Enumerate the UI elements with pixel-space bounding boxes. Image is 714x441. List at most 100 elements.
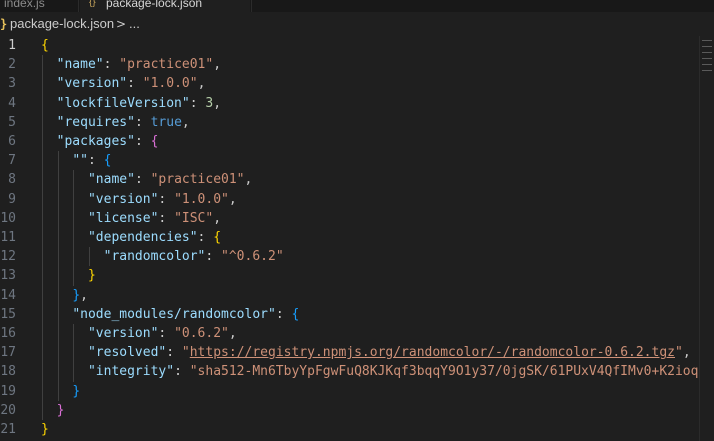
tab-index-js[interactable]: index.js bbox=[0, 0, 78, 12]
code-token: : bbox=[205, 249, 222, 265]
code-line[interactable]: "version": "1.0.0", bbox=[41, 190, 237, 209]
code-token: } bbox=[72, 383, 81, 399]
code-token: "ISC" bbox=[174, 210, 214, 226]
code-token: "1.0.0" bbox=[142, 76, 198, 92]
code-token: , bbox=[213, 95, 222, 111]
code-line[interactable]: } bbox=[41, 266, 96, 285]
code-token: "version" bbox=[87, 191, 159, 207]
code-editor[interactable]: 1 2 3 4 5 6 7 8 9 10 11 12 13 14 15 16 17 18 19 20 21 { "nam… bbox=[0, 36, 714, 441]
code-line[interactable]: "version": "0.6.2", bbox=[41, 324, 237, 343]
code-token: "resolved" bbox=[87, 345, 167, 361]
code-token: , bbox=[682, 345, 691, 361]
line-number: 17 bbox=[0, 345, 16, 361]
line-number: 2 bbox=[8, 57, 16, 73]
line-number: 21 bbox=[0, 422, 16, 437]
code-token: } bbox=[41, 422, 49, 437]
code-line[interactable]: "name": "practice01", bbox=[41, 170, 252, 189]
code-line[interactable]: "dependencies": { bbox=[41, 228, 221, 247]
code-token: { bbox=[41, 38, 49, 53]
line-number: 11 bbox=[0, 230, 16, 245]
code-token: "^0.6.2" bbox=[221, 249, 284, 265]
code-token: "0.6.2" bbox=[174, 326, 229, 341]
code-line[interactable]: "resolved": "https://registry.npmjs.org/… bbox=[41, 343, 691, 362]
code-line[interactable]: "version": "1.0.0", bbox=[41, 74, 206, 93]
code-token: , bbox=[228, 326, 237, 341]
code-token: : bbox=[166, 345, 182, 361]
code-token: { bbox=[150, 134, 159, 149]
code-token: : bbox=[158, 326, 175, 341]
minimap-mark bbox=[702, 58, 712, 59]
code-line[interactable]: } bbox=[41, 420, 49, 439]
overview-ruler[interactable] bbox=[699, 36, 714, 441]
code-token: "lockfileVersion" bbox=[56, 95, 190, 111]
code-token: : bbox=[127, 76, 143, 92]
code-line[interactable]: "packages": { bbox=[41, 132, 159, 151]
code-token: "randomcolor" bbox=[103, 249, 206, 265]
code-token: "node_modules/randomcolor" bbox=[72, 306, 276, 322]
tab-divider bbox=[78, 0, 79, 12]
json-file-icon: {} bbox=[89, 0, 96, 8]
line-number: 13 bbox=[0, 268, 16, 284]
code-line[interactable]: "license": "ISC", bbox=[41, 209, 221, 228]
code-token: : bbox=[189, 95, 206, 111]
code-line[interactable]: "integrity": "sha512-Mn6TbyYpFgwFuQ8KJKq… bbox=[41, 362, 706, 381]
code-link[interactable]: https://registry.npmjs.org/randomcolor/-… bbox=[190, 345, 675, 360]
line-number: 12 bbox=[0, 249, 16, 265]
code-line[interactable]: } bbox=[41, 401, 65, 420]
code-line[interactable]: } bbox=[41, 382, 80, 401]
line-number: 19 bbox=[0, 383, 16, 399]
line-number: 20 bbox=[0, 402, 16, 418]
code-token: : bbox=[87, 153, 104, 169]
breadcrumb: } package-lock.json > ... bbox=[0, 12, 714, 36]
line-number: 9 bbox=[8, 191, 16, 207]
code-line[interactable]: "randomcolor": "^0.6.2" bbox=[41, 247, 284, 266]
line-number: 18 bbox=[0, 364, 16, 380]
code-line[interactable]: { bbox=[41, 36, 49, 55]
code-token: "dependencies" bbox=[87, 230, 198, 245]
code-line[interactable]: "lockfileVersion": 3, bbox=[41, 94, 221, 113]
minimap-mark bbox=[702, 46, 712, 47]
tab-package-lock-json[interactable]: {} package-lock.json bbox=[80, 0, 250, 12]
code-token: "name" bbox=[87, 172, 135, 188]
code-token: , bbox=[213, 210, 222, 226]
breadcrumb-file[interactable]: package-lock.json bbox=[10, 12, 114, 36]
minimap-mark bbox=[702, 40, 712, 41]
code-token: : bbox=[134, 114, 151, 130]
code-line[interactable]: }, bbox=[41, 286, 88, 305]
code-token: } bbox=[72, 287, 81, 303]
code-token: : bbox=[103, 57, 120, 73]
code-line[interactable]: "": { bbox=[41, 151, 111, 170]
code-line[interactable]: "requires": true, bbox=[41, 113, 190, 132]
breadcrumb-more[interactable]: ... bbox=[129, 12, 140, 36]
line-number: 14 bbox=[0, 287, 16, 303]
line-number-gutter: 1 2 3 4 5 6 7 8 9 10 11 12 13 14 15 16 17 18 19 20 21 bbox=[0, 36, 22, 441]
code-token: : bbox=[158, 191, 175, 207]
code-token: "1.0.0" bbox=[174, 191, 229, 207]
tab-divider bbox=[251, 0, 252, 12]
line-number: 10 bbox=[0, 210, 16, 226]
code-token: : bbox=[134, 134, 151, 149]
code-token: " bbox=[181, 345, 190, 361]
code-token: , bbox=[228, 191, 237, 207]
minimap-mark bbox=[702, 52, 712, 53]
tab-label: index.js bbox=[4, 0, 45, 10]
line-number: 4 bbox=[8, 95, 16, 111]
code-line[interactable]: "node_modules/randomcolor": { bbox=[41, 305, 299, 324]
code-token: "version" bbox=[87, 326, 159, 341]
code-line[interactable]: "name": "practice01", bbox=[41, 55, 221, 74]
code-token: , bbox=[244, 172, 253, 188]
code-token: , bbox=[80, 287, 88, 303]
